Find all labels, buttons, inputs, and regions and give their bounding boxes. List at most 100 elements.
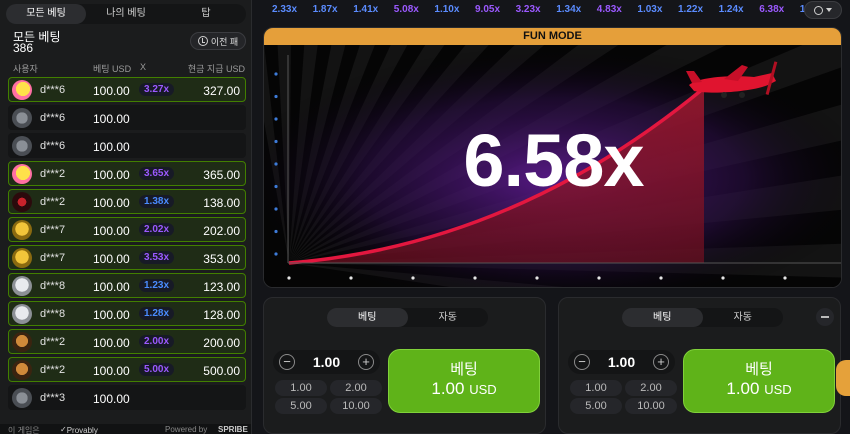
place-bet-button[interactable]: 베팅 1.00 USD	[388, 349, 540, 413]
quick-amount-button[interactable]: 5.00	[275, 398, 327, 414]
bet-user: d***2	[40, 168, 66, 180]
side-tab[interactable]	[836, 360, 850, 396]
bets-sidebar: 모든 베팅 나의 베팅 탑 모든 베팅 386 이전 패 사용자 베팅 USD …	[0, 0, 252, 434]
bet-user: d***2	[40, 196, 66, 208]
x-axis-dot	[659, 276, 663, 280]
history-multiplier[interactable]: 1.87x	[313, 4, 338, 15]
mode-bet-tab[interactable]: 베팅	[622, 308, 703, 327]
powered-by-label: Powered by	[165, 425, 208, 434]
provably-fair-link[interactable]: ✓ Provably Fair	[60, 425, 98, 434]
bet-row: d***2 100.00 3.65x 365.00	[8, 161, 246, 186]
tab-top[interactable]: 탑	[166, 4, 246, 24]
bet-button-label: 베팅	[450, 361, 478, 378]
quick-amount-button[interactable]: 1.00	[275, 380, 327, 396]
history-toggle-button[interactable]	[804, 1, 842, 19]
tab-my-bets[interactable]: 나의 베팅	[86, 4, 166, 24]
bet-cashout: 128.00	[203, 308, 240, 322]
history-multiplier[interactable]: 1.41x	[353, 4, 378, 15]
place-bet-button[interactable]: 베팅 1.00 USD	[683, 349, 835, 413]
bet-amount: 100.00	[93, 364, 130, 378]
bet-mode-switch: 베팅 자동	[622, 308, 783, 327]
footer-label: 이 게임은	[8, 426, 40, 434]
history-multiplier[interactable]: 1.34x	[556, 4, 581, 15]
history-multiplier[interactable]: 4.83x	[597, 4, 622, 15]
bets-list: d***6 100.00 3.27x 327.00 d***6 100.00 d***6 10…	[8, 77, 246, 413]
bet-amount: 100.00	[93, 168, 130, 182]
previous-round-label: 이전 패	[210, 36, 239, 47]
bet-cashout: 123.00	[203, 280, 240, 294]
column-bet: 베팅 USD	[93, 64, 132, 74]
history-multiplier[interactable]: 1.22x	[678, 4, 703, 15]
quick-amount-button[interactable]: 10.00	[330, 398, 382, 414]
chevron-down-icon	[826, 8, 832, 12]
bet-row: d***3 100.00	[8, 385, 246, 410]
bet-cashout: 365.00	[203, 168, 240, 182]
avatar	[12, 136, 32, 156]
bet-multiplier: 1.38x	[139, 195, 175, 208]
quick-amount-button[interactable]: 2.00	[330, 380, 382, 396]
bet-amount: 100.00	[93, 252, 130, 266]
bet-row: d***8 100.00 1.28x 128.00	[8, 301, 246, 326]
quick-amount-button[interactable]: 10.00	[625, 398, 677, 414]
fun-mode-banner: FUN MODE	[264, 28, 841, 45]
history-icon	[197, 36, 208, 46]
quick-amount-button[interactable]: 5.00	[570, 398, 622, 414]
remove-panel-button[interactable]	[816, 308, 834, 326]
x-axis-dot	[349, 276, 353, 280]
avatar	[12, 248, 32, 268]
history-multiplier[interactable]: 1.24x	[719, 4, 744, 15]
history-multiplier[interactable]: 3.23x	[516, 4, 541, 15]
history-multiplier[interactable]: 1.10x	[434, 4, 459, 15]
avatar	[12, 388, 32, 408]
bet-mode-switch: 베팅 자동	[327, 308, 488, 327]
bet-button-amount: 1.00	[726, 379, 760, 398]
bet-row: d***2 100.00 1.38x 138.00	[8, 189, 246, 214]
bet-row: d***6 100.00 3.27x 327.00	[8, 77, 246, 102]
avatar	[12, 304, 32, 324]
bet-user: d***6	[40, 84, 66, 96]
bet-button-label: 베팅	[745, 361, 773, 378]
bet-row: d***7 100.00 2.02x 202.00	[8, 217, 246, 242]
bet-multiplier: 1.28x	[139, 307, 175, 320]
bet-button-currency: USD	[469, 382, 497, 397]
bet-user: d***8	[40, 308, 66, 320]
y-axis-dot	[274, 207, 278, 211]
avatar	[12, 108, 32, 128]
bet-multiplier: 2.00x	[139, 335, 175, 348]
bet-user: d***2	[40, 364, 66, 376]
avatar	[12, 332, 32, 352]
mode-auto-tab[interactable]: 자동	[703, 308, 784, 327]
bet-cashout: 200.00	[203, 336, 240, 350]
spribe-logo: SPRIBE	[218, 425, 248, 434]
bet-row: d***7 100.00 3.53x 353.00	[8, 245, 246, 270]
history-multiplier[interactable]: 5.08x	[394, 4, 419, 15]
bet-cashout: 138.00	[203, 196, 240, 210]
bet-cashout: 353.00	[203, 252, 240, 266]
history-multiplier[interactable]: 9.05x	[475, 4, 500, 15]
avatar	[12, 80, 32, 100]
previous-round-button[interactable]: 이전 패	[190, 32, 246, 50]
bet-panel: 베팅 자동 −1.00 +1.00 2.00 5.00 10.00 베팅 1.00 USD	[558, 297, 841, 434]
increase-button[interactable]: +	[358, 354, 374, 370]
quick-amount-button[interactable]: 2.00	[625, 380, 677, 396]
bet-multiplier: 5.00x	[139, 363, 175, 376]
bet-cashout: 500.00	[203, 364, 240, 378]
bet-amount: 100.00	[93, 140, 130, 154]
history-multiplier[interactable]: 1.03x	[637, 4, 662, 15]
bet-multiplier: 3.65x	[139, 167, 175, 180]
x-axis-dot	[783, 276, 787, 280]
bet-amount-stepper[interactable]: −1.00 +	[273, 350, 380, 374]
bet-user: d***7	[40, 252, 66, 264]
footer: 이 게임은 ✓ Provably Fair Powered by SPRIBE	[0, 424, 251, 434]
mode-bet-tab[interactable]: 베팅	[327, 308, 408, 327]
bet-amount-stepper[interactable]: −1.00 +	[568, 350, 675, 374]
increase-button[interactable]: +	[653, 354, 669, 370]
history-multiplier[interactable]: 6.38x	[759, 4, 784, 15]
bet-row: d***2 100.00 2.00x 200.00	[8, 329, 246, 354]
history-multiplier[interactable]: 2.33x	[272, 4, 297, 15]
x-axis-dot	[535, 276, 539, 280]
bet-user: d***7	[40, 224, 66, 236]
tab-all-bets[interactable]: 모든 베팅	[6, 4, 86, 24]
mode-auto-tab[interactable]: 자동	[408, 308, 489, 327]
quick-amount-button[interactable]: 1.00	[570, 380, 622, 396]
